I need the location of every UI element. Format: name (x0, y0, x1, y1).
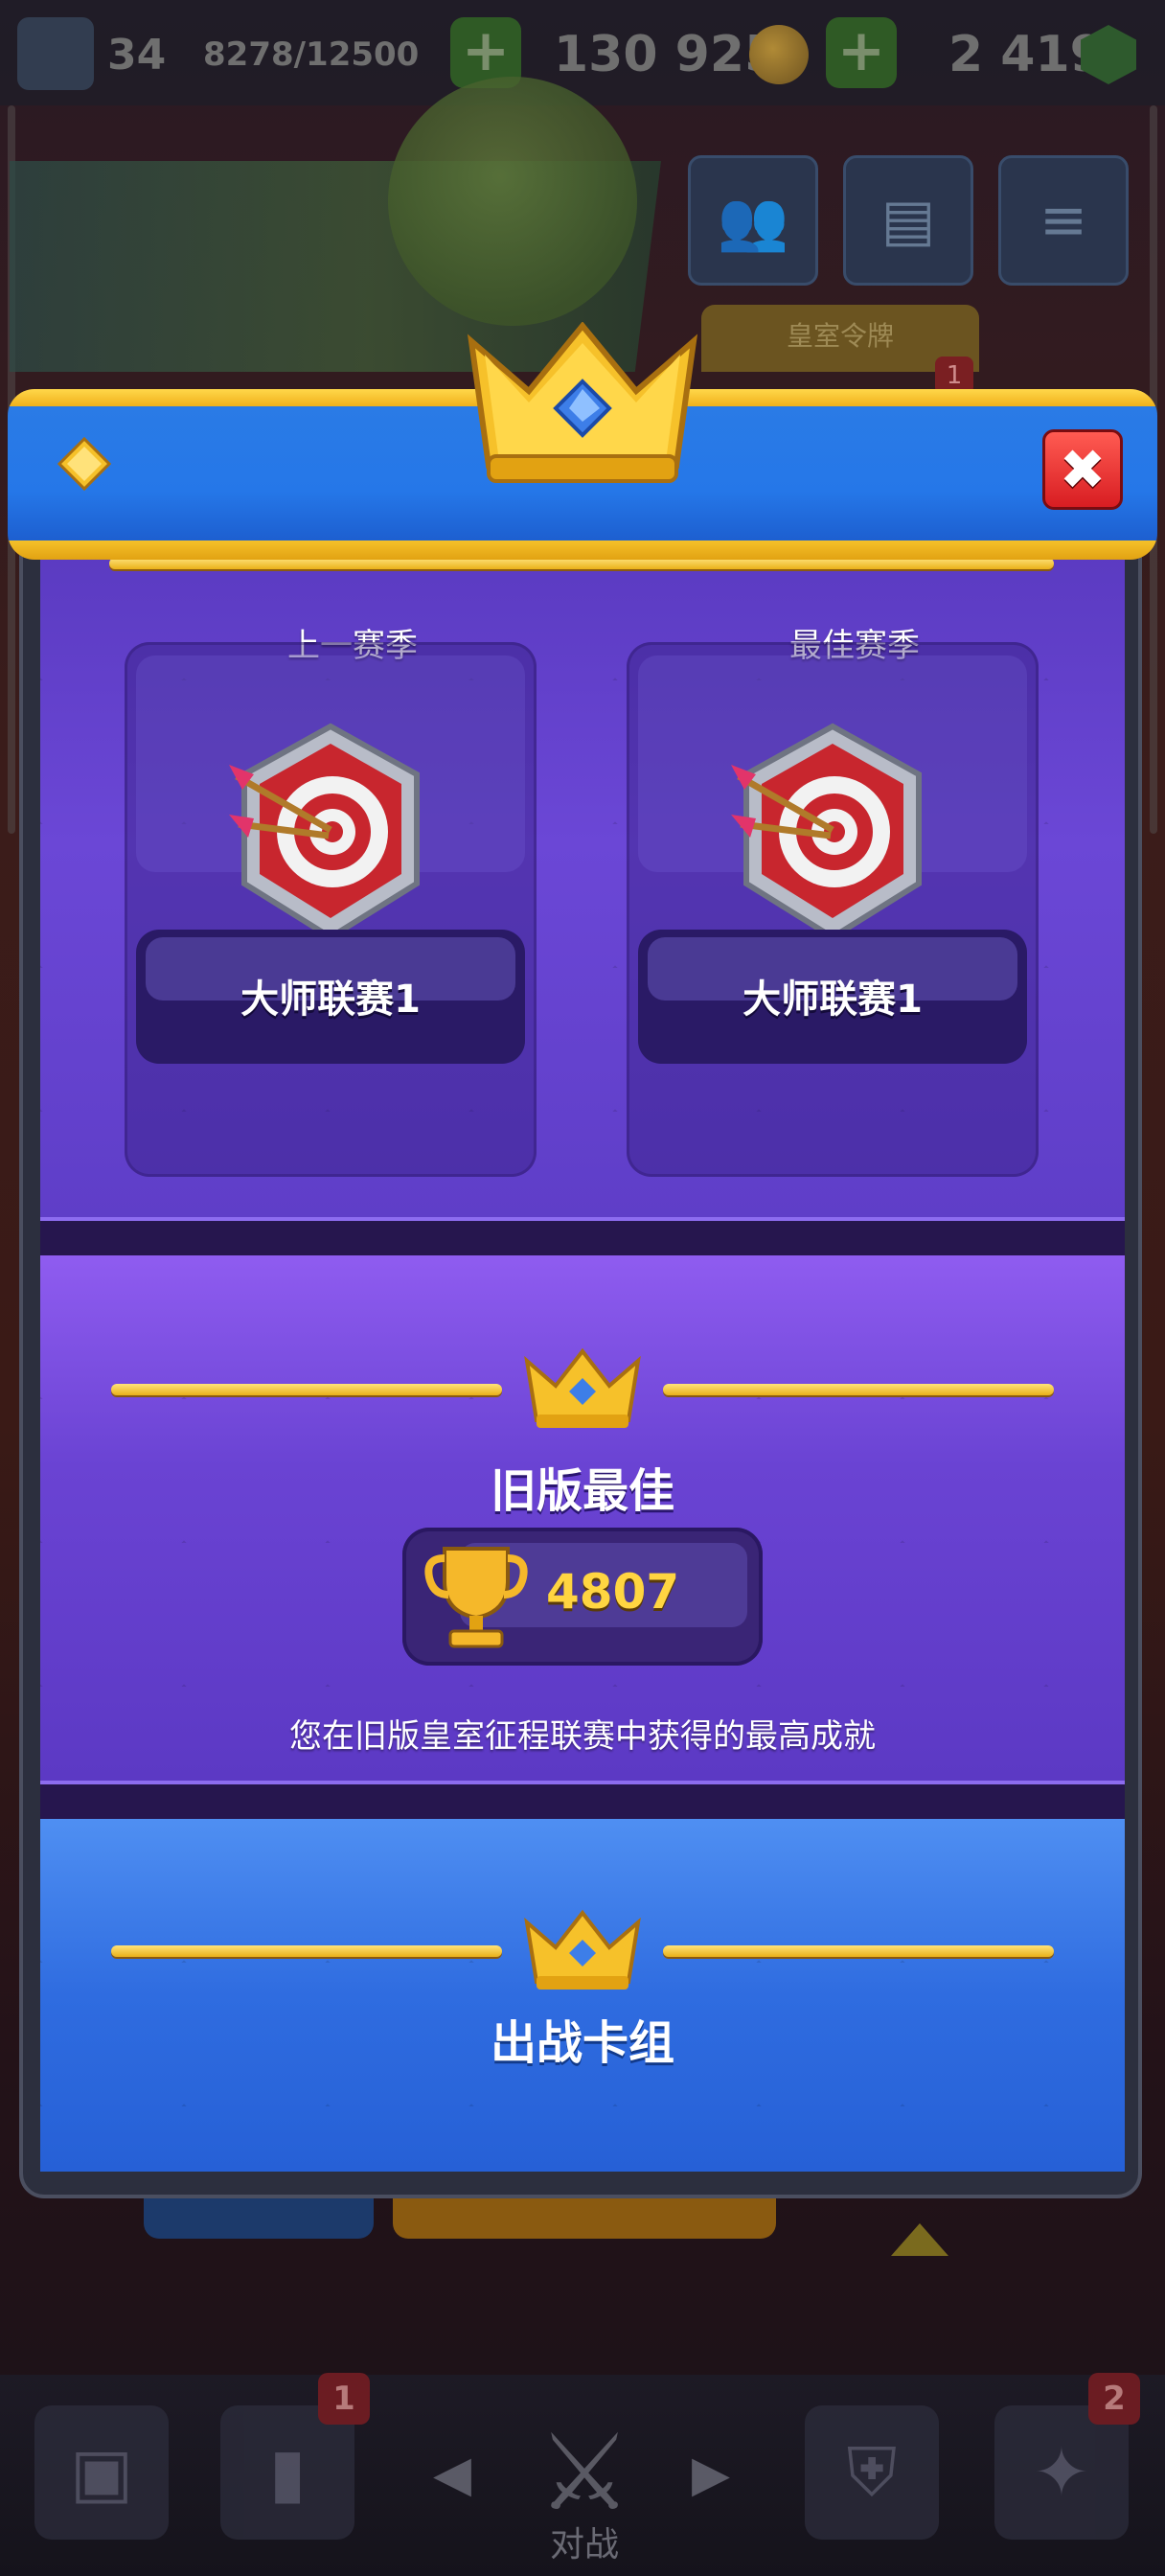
player-level: 34 (107, 30, 167, 80)
battle-deck-title: 出战卡组 (490, 2016, 674, 2070)
modal-content: 上一赛季 大师联赛1 最佳赛季 大师联赛1 旧版最佳 出战卡组 (40, 537, 1125, 2172)
deck-up-arrow-icon (891, 2223, 948, 2256)
nav-clan-icon[interactable]: ⛨ (805, 2405, 939, 2540)
best-season-rank: 大师联赛1 (742, 978, 923, 1022)
xp-counter: 8278/12500 (203, 35, 420, 74)
nav-next-arrow-icon[interactable]: ▶ (692, 2446, 730, 2503)
under-blue-button (144, 2195, 374, 2239)
crown-icon (524, 1347, 641, 1428)
news-icon[interactable]: ▤ (843, 155, 973, 286)
divider-right (663, 1945, 1054, 1957)
nav-prev-arrow-icon[interactable]: ◀ (433, 2446, 471, 2503)
nav-events-icon[interactable]: ✦ (994, 2405, 1129, 2540)
master-league-badge-icon (229, 723, 420, 941)
gold-coin-icon (749, 25, 809, 84)
add-gold-button[interactable]: + (826, 17, 897, 88)
top-resource-bar: 34 8278/12500 + 130 925 + 2 419 (0, 0, 1165, 105)
master-league-badge-icon (731, 723, 922, 941)
nav-clan-badge: 2 (1088, 2373, 1140, 2425)
section-separator (40, 1781, 1125, 1819)
menu-icon[interactable]: ≡ (998, 155, 1129, 286)
nav-battle-label: 对战 (549, 2525, 619, 2564)
royal-crown-icon (467, 322, 698, 483)
best-season-card[interactable]: 大师联赛1 (627, 642, 1039, 1177)
gold-amount: 130 925 (554, 26, 780, 83)
legacy-trophy-count: 4807 (546, 1564, 680, 1620)
legacy-best-title: 旧版最佳 (490, 1464, 674, 1518)
legacy-best-section: 旧版最佳 (40, 1255, 1125, 1781)
nav-cards-icon[interactable]: ▮ (220, 2405, 354, 2540)
section-separator (40, 1217, 1125, 1255)
friends-icon[interactable]: 👥 (688, 155, 818, 286)
nav-shop-icon[interactable]: ▣ (34, 2405, 169, 2540)
legacy-trophy-box: 4807 (402, 1528, 763, 1666)
dragon-mascot-image (388, 77, 637, 326)
legacy-description: 您在旧版皇室征程联赛中获得的最高成就 (289, 1717, 876, 1756)
trophy-icon (424, 1547, 528, 1648)
nav-cards-badge: 1 (318, 2373, 370, 2425)
under-gold-button (393, 2195, 776, 2239)
battle-deck-section: 出战卡组 (40, 1819, 1125, 2172)
level-shield-icon (17, 17, 94, 90)
gold-diamond-icon (57, 437, 111, 491)
crown-icon (524, 1909, 641, 1990)
seasons-section: 上一赛季 大师联赛1 最佳赛季 大师联赛1 (40, 537, 1125, 1217)
last-season-card[interactable]: 大师联赛1 (125, 642, 537, 1177)
last-season-rank: 大师联赛1 (240, 978, 421, 1022)
divider-left (111, 1945, 502, 1957)
close-button[interactable]: ✖ (1042, 429, 1123, 510)
divider-left (111, 1384, 502, 1395)
divider-right (663, 1384, 1054, 1395)
